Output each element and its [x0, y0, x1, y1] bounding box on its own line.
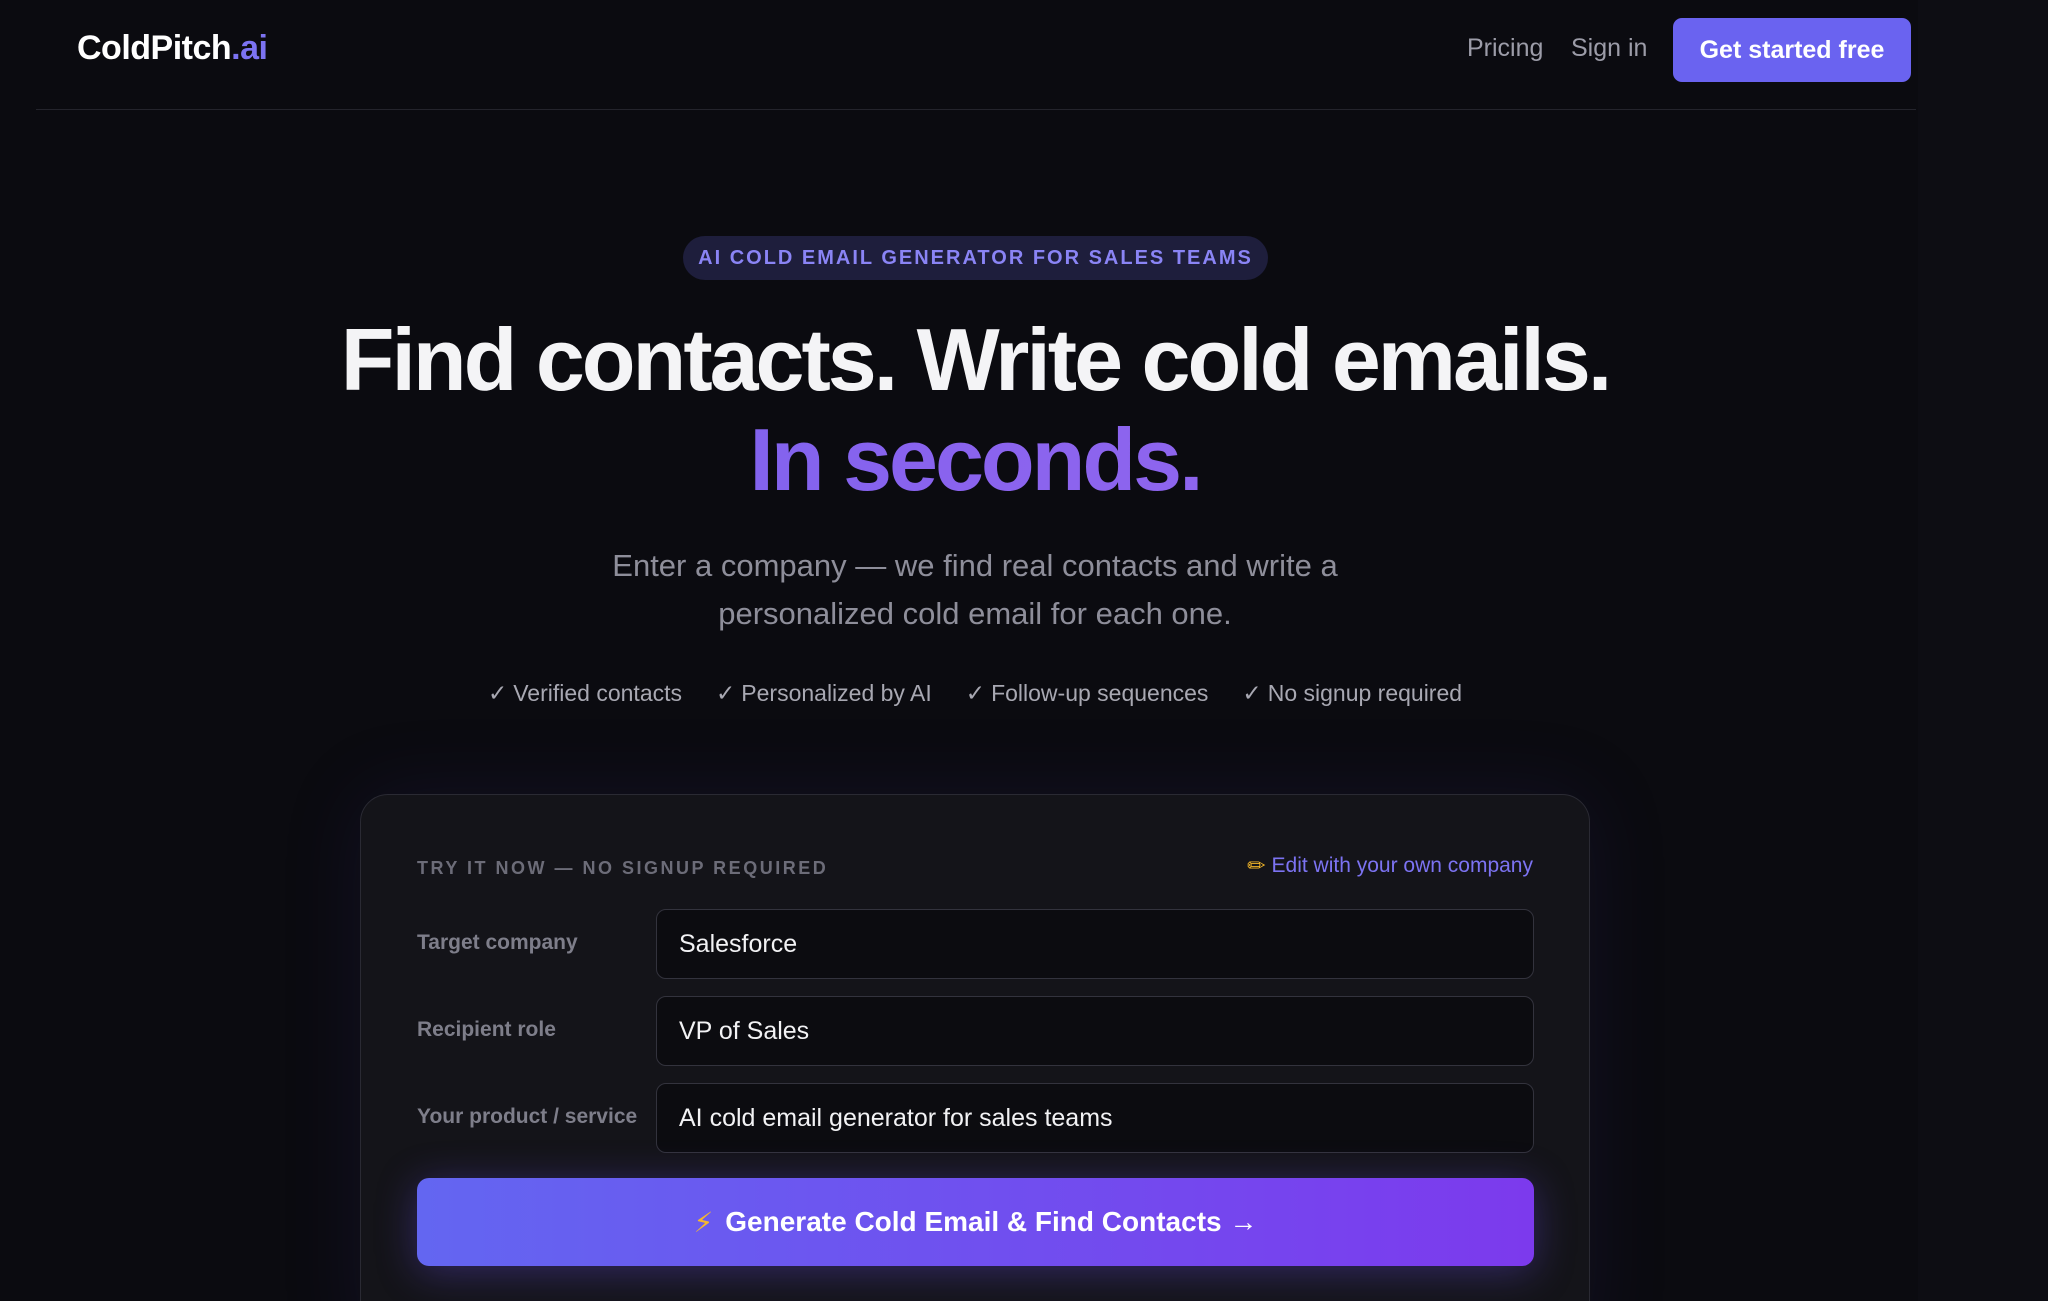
- hero-headline: Find contacts. Write cold emails.: [340, 310, 1613, 409]
- check-icon: ✓: [716, 680, 736, 706]
- demo-card: TRY IT NOW — NO SIGNUP REQUIRED ✏ Edit w…: [360, 794, 1590, 1301]
- feature-item: ✓ Personalized by AI: [716, 680, 932, 707]
- logo[interactable]: ColdPitch.ai: [77, 29, 268, 68]
- page-right-strip: [1918, 0, 2048, 1301]
- feature-label: Follow-up sequences: [991, 680, 1209, 706]
- nav-sign-in-link[interactable]: Sign in: [1571, 34, 1647, 63]
- product-service-input[interactable]: [656, 1083, 1534, 1153]
- target-company-label: Target company: [417, 931, 578, 954]
- feature-item: ✓ No signup required: [1242, 680, 1462, 707]
- edit-company-label: Edit with your own company: [1271, 854, 1533, 877]
- page: ColdPitch.ai Pricing Sign in Get started…: [0, 0, 2048, 1301]
- top-navbar: ColdPitch.ai Pricing Sign in Get started…: [36, 0, 1916, 110]
- feature-label: Personalized by AI: [741, 680, 932, 706]
- check-icon: ✓: [487, 680, 508, 706]
- demo-eyebrow: TRY IT NOW — NO SIGNUP REQUIRED: [417, 858, 829, 878]
- logo-accent: .ai: [231, 29, 268, 67]
- edit-company-link[interactable]: ✏ Edit with your own company: [1247, 853, 1533, 879]
- target-company-input[interactable]: [656, 909, 1534, 979]
- logo-wordmark: ColdPitch: [77, 29, 232, 67]
- feature-item: ✓ Follow-up sequences: [966, 680, 1209, 707]
- feature-label: No signup required: [1267, 680, 1463, 706]
- hero-subtitle: Enter a company — we find real contacts …: [575, 542, 1375, 638]
- check-icon: ✓: [1242, 680, 1262, 706]
- lightning-bolt-icon: ⚡: [693, 1206, 714, 1238]
- check-icon: ✓: [965, 680, 986, 706]
- hero-badge: AI COLD EMAIL GENERATOR FOR SALES TEAMS: [683, 236, 1268, 280]
- product-service-label: Your product / service: [417, 1105, 638, 1128]
- hero-subtitle-line1: Enter a company — we find real contacts …: [612, 548, 1338, 583]
- generate-button[interactable]: ⚡ Generate Cold Email & Find Contacts →: [417, 1178, 1534, 1266]
- feature-item: ✓ Verified contacts: [488, 680, 682, 707]
- recipient-role-input[interactable]: [656, 996, 1534, 1066]
- generate-button-label: Generate Cold Email & Find Contacts →: [725, 1206, 1258, 1237]
- feature-list: ✓ Verified contacts ✓ Personalized by AI…: [0, 680, 1950, 707]
- recipient-role-label: Recipient role: [417, 1018, 556, 1041]
- pencil-icon: ✏: [1247, 853, 1266, 878]
- nav-pricing-link[interactable]: Pricing: [1467, 34, 1543, 63]
- hero-headline-accent: In seconds.: [0, 412, 1950, 508]
- feature-label: Verified contacts: [513, 680, 682, 706]
- get-started-button[interactable]: Get started free: [1673, 18, 1911, 82]
- hero-subtitle-line2: personalized cold email for each one.: [718, 596, 1232, 631]
